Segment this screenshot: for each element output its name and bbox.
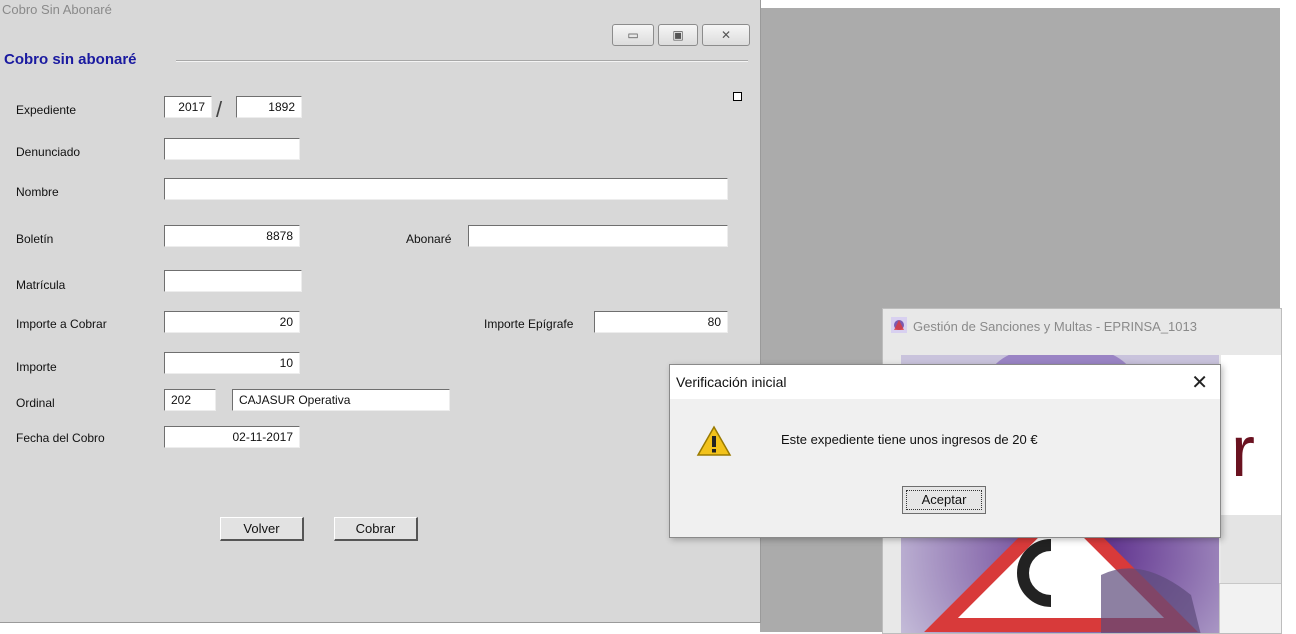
fecha-del-cobro-field[interactable]: 02-11-2017 — [164, 426, 300, 448]
close-button[interactable]: ✕ — [702, 24, 750, 46]
brand-letter: r — [1231, 412, 1255, 492]
dialog-titlebar: Verificación inicial ✕ — [670, 365, 1220, 399]
cobro-sin-abonare-window: Cobro Sin Abonaré ▭ ▣ ✕ Cobro sin abonar… — [0, 0, 761, 623]
window-title: Cobro Sin Abonaré — [2, 2, 112, 17]
nombre-field[interactable] — [164, 178, 728, 200]
maximize-button[interactable]: ▣ — [658, 24, 698, 46]
expediente-separator: / — [216, 97, 223, 122]
dialog-close-button[interactable]: ✕ — [1191, 370, 1208, 395]
importe-field[interactable]: 10 — [164, 352, 300, 374]
warning-icon — [696, 425, 732, 456]
app-logo-icon — [891, 317, 907, 333]
verificacion-inicial-dialog: Verificación inicial ✕ Este expediente t… — [669, 364, 1221, 538]
denunciado-field[interactable] — [164, 138, 300, 160]
splash-side-panel: r — [1221, 355, 1281, 515]
fecha-del-cobro-label: Fecha del Cobro — [16, 431, 105, 445]
maximize-icon: ▣ — [672, 28, 684, 42]
abonare-field[interactable] — [468, 225, 728, 247]
importe-label: Importe — [16, 360, 57, 374]
screen-edge — [1280, 8, 1296, 632]
boletin-field[interactable]: 8878 — [164, 225, 300, 247]
expediente-year-field[interactable]: 2017 — [164, 96, 212, 118]
expediente-label: Expediente — [16, 103, 77, 117]
ordinal-code-field[interactable]: 202 — [164, 389, 216, 411]
importe-epigrafe-label: Importe Epígrafe — [484, 317, 574, 331]
aceptar-button[interactable]: Aceptar — [902, 486, 986, 514]
abonare-label: Abonaré — [406, 232, 452, 246]
ordinal-name-field[interactable]: CAJASUR Operativa — [232, 389, 450, 411]
splash-side-box — [1219, 583, 1281, 633]
minimize-icon: ▭ — [627, 28, 639, 42]
close-icon: ✕ — [720, 28, 732, 42]
boletin-label: Boletín — [16, 232, 54, 246]
importe-a-cobrar-label: Importe a Cobrar — [16, 317, 107, 331]
cobrar-button[interactable]: Cobrar — [334, 517, 418, 541]
app-window-title: Gestión de Sanciones y Multas - EPRINSA_… — [913, 319, 1197, 334]
matricula-label: Matrícula — [16, 278, 66, 292]
section-divider — [176, 60, 748, 62]
toggle-checkbox[interactable] — [733, 92, 742, 101]
matricula-field[interactable] — [164, 270, 302, 292]
ordinal-label: Ordinal — [16, 396, 55, 410]
dialog-title: Verificación inicial — [676, 374, 787, 390]
minimize-button[interactable]: ▭ — [612, 24, 654, 46]
section-title: Cobro sin abonaré — [4, 51, 137, 68]
dialog-message: Este expediente tiene unos ingresos de 2… — [781, 432, 1038, 447]
volver-button[interactable]: Volver — [220, 517, 304, 541]
importe-epigrafe-field[interactable]: 80 — [594, 311, 728, 333]
importe-a-cobrar-field[interactable]: 20 — [164, 311, 300, 333]
nombre-label: Nombre — [16, 185, 59, 199]
denunciado-label: Denunciado — [16, 145, 81, 159]
expediente-number-field[interactable]: 1892 — [236, 96, 302, 118]
